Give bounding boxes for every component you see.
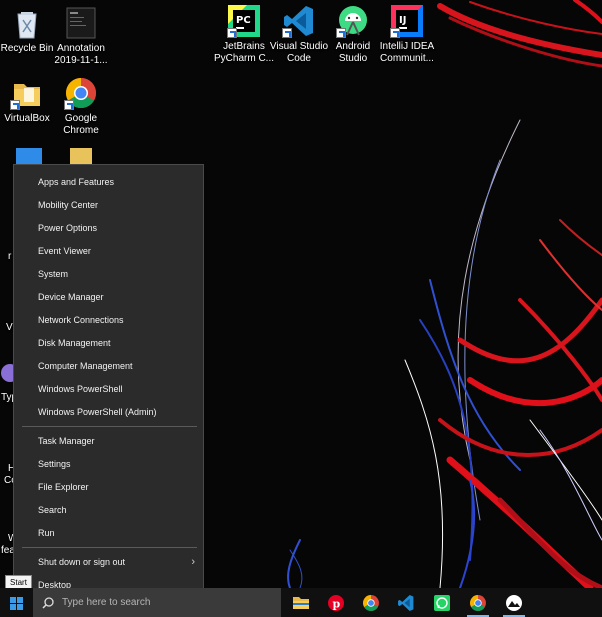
menu-item-label: Windows PowerShell [38,384,123,394]
menu-item-label: Power Options [38,223,98,233]
pinterest-icon: p [328,595,344,611]
whatsapp-icon [434,595,450,611]
taskbar-pinterest[interactable]: p [322,588,350,617]
menu-item-label: Run [38,528,55,538]
desktop-icon-label: JetBrains PyCharm C... [213,41,274,64]
android-studio-icon [336,4,370,38]
folder-icon [10,76,44,110]
taskbar-chrome-active[interactable] [464,588,492,617]
menu-item-settings[interactable]: Settings [14,453,203,475]
menu-item-windows-powershell-admin[interactable]: Windows PowerShell (Admin) [14,401,203,423]
menu-item-label: File Explorer [38,482,89,492]
menu-item-label: Disk Management [38,338,111,348]
menu-item-label: Computer Management [38,361,133,371]
desktop-icon-vscode[interactable]: Visual Studio Code [268,4,330,65]
menu-separator [22,426,197,427]
file-explorer-icon [293,597,309,609]
menu-item-label: Event Viewer [38,246,91,256]
svg-text:IJ: IJ [399,15,406,26]
shortcut-arrow-icon [282,28,292,38]
menu-item-system[interactable]: System [14,263,203,285]
shortcut-arrow-icon [390,28,400,38]
taskbar-chrome[interactable] [357,588,385,617]
shortcut-arrow-icon [64,100,74,110]
menu-item-shut-down-or-sign-out[interactable]: Shut down or sign out › [14,551,203,573]
chevron-right-icon: › [191,556,195,568]
svg-text:p: p [333,598,341,611]
menu-item-run[interactable]: Run [14,522,203,544]
vscode-icon [282,4,316,38]
desktop-icon-android-studio[interactable]: Android Studio [322,4,384,65]
menu-item-label: Windows PowerShell (Admin) [38,407,157,417]
desktop-icon-label: Google Chrome [63,113,99,136]
windows-logo-icon [10,597,23,610]
search-icon [42,597,54,609]
menu-item-device-manager[interactable]: Device Manager [14,286,203,308]
taskbar-whatsapp[interactable] [428,588,456,617]
start-button[interactable] [0,588,33,617]
menu-item-label: Apps and Features [38,177,115,187]
desktop-icon-annotation[interactable]: Annotation 2019-11-1... [50,6,112,67]
desktop-icon-label: Android Studio [335,41,371,64]
menu-item-disk-management[interactable]: Disk Management [14,332,203,354]
photos-icon [506,595,522,611]
menu-item-event-viewer[interactable]: Event Viewer [14,240,203,262]
taskbar-search-box[interactable]: Type here to search [33,588,281,617]
chrome-icon [470,595,486,611]
desktop-icon-label: IntelliJ IDEA Communit... [379,41,435,64]
menu-item-apps-and-features[interactable]: Apps and Features [14,171,203,193]
menu-item-label: Shut down or sign out [38,557,126,567]
desktop-icon-chrome[interactable]: Google Chrome [50,76,112,137]
pycharm-icon: PC [227,4,261,38]
menu-item-windows-powershell[interactable]: Windows PowerShell [14,378,203,400]
menu-item-network-connections[interactable]: Network Connections [14,309,203,331]
desktop-icon-label: Visual Studio Code [269,41,329,64]
power-user-menu: Apps and Features Mobility Center Power … [13,164,204,602]
menu-item-label: Device Manager [38,292,104,302]
taskbar-file-explorer[interactable] [287,588,315,617]
vscode-icon [398,595,414,611]
shortcut-arrow-icon [336,28,346,38]
taskbar: Type here to search p [0,588,602,617]
menu-item-label: Mobility Center [38,200,99,210]
shortcut-arrow-icon [227,28,237,38]
desktop-label-partial: r [8,251,12,262]
shortcut-arrow-icon [10,100,20,110]
menu-item-computer-management[interactable]: Computer Management [14,355,203,377]
taskbar-photos[interactable] [500,588,528,617]
menu-item-label: Task Manager [38,436,95,446]
menu-separator [22,547,197,548]
menu-item-file-explorer[interactable]: File Explorer [14,476,203,498]
app-icon-partial[interactable] [0,360,14,386]
intellij-icon: IJ [390,4,424,38]
search-placeholder: Type here to search [62,597,151,608]
chrome-icon [64,76,98,110]
menu-item-power-options[interactable]: Power Options [14,217,203,239]
menu-item-search[interactable]: Search [14,499,203,521]
menu-item-label: Search [38,505,67,515]
taskbar-vscode[interactable] [392,588,420,617]
file-thumbnail-icon [64,6,98,40]
menu-item-label: Settings [38,459,71,469]
this-pc-icon[interactable] [14,146,46,166]
menu-item-label: Network Connections [38,315,124,325]
menu-item-label: System [38,269,69,279]
recycle-bin-icon [10,6,44,40]
desktop-icon-intellij[interactable]: IJ IntelliJ IDEA Communit... [376,4,438,65]
desktop-icon-label: Annotation 2019-11-1... [54,43,108,66]
svg-text:PC: PC [236,15,251,26]
desktop-icon-pycharm[interactable]: PC JetBrains PyCharm C... [213,4,275,65]
menu-item-mobility-center[interactable]: Mobility Center [14,194,203,216]
folder-icon[interactable] [68,146,96,166]
chrome-icon [363,595,379,611]
menu-item-task-manager[interactable]: Task Manager [14,430,203,452]
